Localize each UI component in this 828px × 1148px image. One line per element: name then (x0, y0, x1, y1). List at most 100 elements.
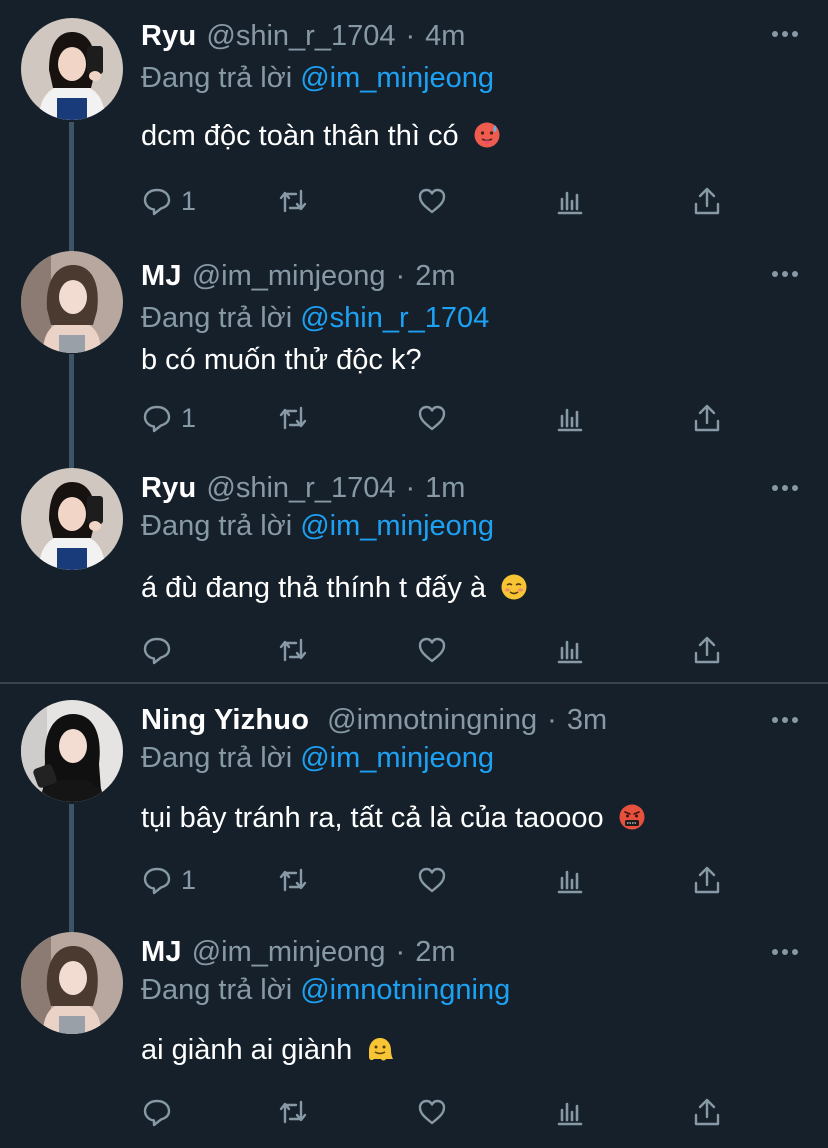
tweet-actions (141, 1092, 741, 1132)
more-options-icon[interactable] (772, 948, 798, 956)
share-icon (694, 187, 720, 215)
separator: · (395, 936, 406, 968)
tweet-body: dcm độc toàn thân thì có (141, 120, 459, 152)
tweet-actions (141, 630, 741, 670)
share-button[interactable] (691, 860, 723, 900)
mention-link[interactable]: @im_minjeong (300, 62, 494, 94)
timestamp[interactable]: 1m (425, 468, 465, 508)
tweet-header: Ryu @shin_r_1704 · 4m (141, 16, 465, 56)
tweet-body: á đù đang thả thính t đấy à (141, 572, 487, 604)
share-button[interactable] (691, 630, 723, 670)
share-button[interactable] (691, 181, 723, 221)
retweet-button[interactable] (277, 398, 309, 438)
replying-label: Đang trả lời (141, 62, 293, 94)
reply-button[interactable]: 1 (141, 181, 196, 221)
retweet-icon (279, 868, 307, 892)
user-handle[interactable]: @shin_r_1704 (206, 468, 395, 508)
separator: · (395, 260, 406, 292)
tweet[interactable]: Ning Yizhuo @imnotningning · 3m Đang trả… (0, 684, 828, 918)
tweet[interactable]: MJ @im_minjeong · 2m Đang trả lời @imnotn… (0, 918, 828, 1148)
reply-count: 1 (181, 185, 197, 216)
more-options-icon[interactable] (772, 484, 798, 492)
share-button[interactable] (691, 398, 723, 438)
tweet[interactable]: MJ @im_minjeong · 2m Đang trả lời @shin_r… (0, 240, 828, 460)
analytics-icon (557, 640, 583, 664)
mention-link[interactable]: @im_minjeong (300, 742, 494, 774)
heart-icon (418, 1099, 446, 1125)
more-options-icon[interactable] (772, 716, 798, 724)
reply-button[interactable] (141, 630, 181, 670)
display-name[interactable]: MJ (141, 256, 182, 296)
avatar[interactable] (21, 932, 123, 1034)
user-handle[interactable]: @im_minjeong (192, 256, 386, 296)
replying-to: Đang trả lời @imnotningning (141, 970, 510, 1010)
smiling-blushing-face-icon (501, 574, 527, 600)
like-button[interactable] (416, 860, 448, 900)
user-handle[interactable]: @im_minjeong (192, 932, 386, 972)
mention-link[interactable]: @imnotningning (300, 974, 510, 1006)
reply-icon (143, 188, 171, 216)
like-button[interactable] (416, 398, 448, 438)
analytics-button[interactable] (554, 630, 586, 670)
mention-link[interactable]: @im_minjeong (300, 510, 494, 542)
retweet-icon (279, 189, 307, 213)
like-button[interactable] (416, 630, 448, 670)
thread-line (69, 918, 74, 932)
tweet-text: tụi bây tránh ra, tất cả là của taoooo (141, 798, 646, 838)
display-name[interactable]: MJ (141, 932, 182, 972)
avatar[interactable] (21, 18, 123, 120)
reply-button[interactable]: 1 (141, 860, 196, 900)
share-button[interactable] (691, 1092, 723, 1132)
tweet[interactable]: Ryu @shin_r_1704 · 4m Đang trả lời @im_mi… (0, 0, 828, 240)
retweet-button[interactable] (277, 1092, 309, 1132)
face-with-tongue-sweat-icon (474, 122, 500, 148)
retweet-icon (279, 406, 307, 430)
separator: · (547, 704, 557, 736)
timestamp[interactable]: 4m (425, 16, 465, 56)
retweet-icon (279, 1100, 307, 1124)
reply-count: 1 (181, 402, 197, 433)
timestamp[interactable]: 2m (415, 932, 455, 972)
replying-label: Đang trả lời (141, 302, 293, 334)
tweet-header: Ryu @shin_r_1704 · 1m (141, 468, 465, 508)
avatar[interactable] (21, 700, 123, 802)
tweet-actions: 1 (141, 181, 741, 221)
reply-icon (143, 637, 171, 665)
mention-link[interactable]: @shin_r_1704 (300, 302, 489, 334)
like-button[interactable] (416, 1092, 448, 1132)
retweet-button[interactable] (277, 860, 309, 900)
heart-icon (418, 405, 446, 431)
user-handle[interactable]: @shin_r_1704 (206, 16, 395, 56)
like-button[interactable] (416, 181, 448, 221)
reply-button[interactable] (141, 1092, 181, 1132)
analytics-button[interactable] (554, 860, 586, 900)
avatar[interactable] (21, 251, 123, 353)
user-handle[interactable]: @imnotningning (327, 700, 537, 740)
tweet-text: dcm độc toàn thân thì có (141, 116, 501, 156)
display-name[interactable]: Ryu (141, 468, 196, 508)
tweet-header: MJ @im_minjeong · 2m (141, 256, 456, 296)
analytics-button[interactable] (554, 398, 586, 438)
cursing-face-icon (619, 804, 645, 830)
more-options-icon[interactable] (772, 30, 798, 38)
reply-button[interactable]: 1 (141, 398, 196, 438)
tweet-actions: 1 (141, 860, 741, 900)
replying-to: Đang trả lời @im_minjeong (141, 58, 494, 98)
tweet-body: b có muốn thử độc k? (141, 344, 422, 376)
analytics-button[interactable] (554, 1092, 586, 1132)
timestamp[interactable]: 2m (415, 256, 455, 296)
avatar[interactable] (21, 468, 123, 570)
more-options-icon[interactable] (772, 270, 798, 278)
replying-to: Đang trả lời @im_minjeong (141, 506, 494, 546)
analytics-button[interactable] (554, 181, 586, 221)
display-name[interactable]: Ning Yizhuo (141, 700, 309, 740)
retweet-button[interactable] (277, 630, 309, 670)
retweet-button[interactable] (277, 181, 309, 221)
tweet[interactable]: Ryu @shin_r_1704 · 1m Đang trả lời @im_mi… (0, 460, 828, 682)
separator: · (405, 20, 416, 52)
timestamp[interactable]: 3m (567, 700, 607, 740)
display-name[interactable]: Ryu (141, 16, 196, 56)
reply-icon (143, 867, 171, 895)
analytics-icon (557, 870, 583, 894)
analytics-icon (557, 408, 583, 432)
